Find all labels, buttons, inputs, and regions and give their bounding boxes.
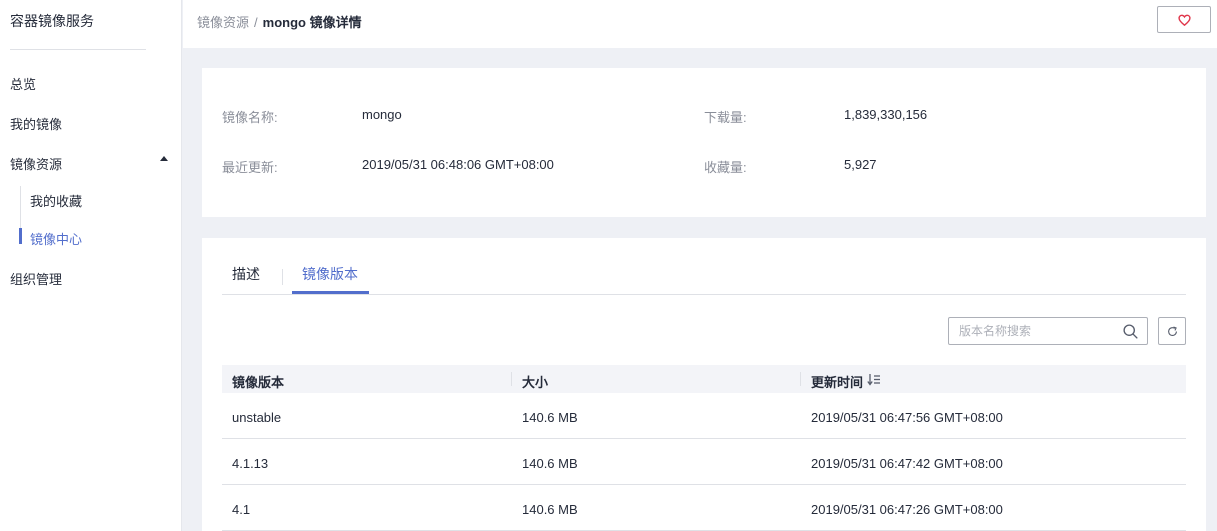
service-title: 容器镜像服务 (10, 13, 94, 29)
column-header-size: 大小 (522, 375, 549, 390)
last-updated-value: 2019/05/31 06:48:06 GMT+08:00 (362, 157, 554, 172)
refresh-button[interactable] (1158, 317, 1186, 345)
table-row[interactable]: unstable 140.6 MB 2019/05/31 06:47:56 GM… (222, 393, 1186, 439)
tab-image-versions[interactable]: 镜像版本 (302, 264, 358, 284)
size-cell: 140.6 MB (522, 502, 578, 517)
heart-icon (1177, 14, 1191, 26)
sidebar-item-my-images[interactable]: 我的镜像 (10, 114, 62, 133)
version-search-input[interactable] (949, 318, 1117, 344)
updated-cell: 2019/05/31 06:47:42 GMT+08:00 (811, 456, 1003, 471)
favorites-value: 5,927 (844, 157, 877, 172)
size-cell: 140.6 MB (522, 456, 578, 471)
table-row[interactable]: 4.1 140.6 MB 2019/05/31 06:47:26 GMT+08:… (222, 485, 1186, 531)
column-divider (511, 372, 512, 386)
column-header-version: 镜像版本 (232, 375, 285, 390)
sidebar-item-org-management[interactable]: 组织管理 (10, 269, 62, 288)
favorites-label: 收藏量: (704, 160, 747, 175)
tab-description[interactable]: 描述 (232, 264, 260, 284)
tab-divider (282, 269, 283, 285)
sidebar: 容器镜像服务 总览 我的镜像 镜像资源 我的收藏 镜像中心 组织管理 (0, 0, 182, 531)
breadcrumb-separator: / (254, 15, 258, 30)
sidebar-item-overview[interactable]: 总览 (10, 74, 36, 93)
favorite-button[interactable] (1157, 6, 1211, 33)
breadcrumb-current: mongo 镜像详情 (262, 15, 362, 30)
updated-cell: 2019/05/31 06:47:26 GMT+08:00 (811, 502, 1003, 517)
image-name-value: mongo (362, 107, 402, 122)
version-cell: 4.1.13 (232, 456, 269, 471)
sidebar-item-image-resources[interactable]: 镜像资源 (10, 154, 62, 173)
version-search-box (948, 317, 1148, 345)
breadcrumb: 镜像资源 / mongo 镜像详情 (197, 12, 362, 31)
versions-table: 镜像版本 大小 更新时间 unstable 140.6 MB 2019/05/3… (222, 365, 1186, 531)
downloads-value: 1,839,330,156 (844, 107, 928, 122)
image-name-label: 镜像名称: (222, 110, 278, 125)
size-cell: 140.6 MB (522, 410, 578, 425)
refresh-icon (1167, 326, 1177, 336)
updated-cell: 2019/05/31 06:47:56 GMT+08:00 (811, 410, 1003, 425)
column-divider (800, 372, 801, 386)
sidebar-divider (10, 49, 146, 50)
downloads-label: 下载量: (704, 110, 747, 125)
tab-bar: 描述 镜像版本 (222, 238, 1186, 295)
last-updated-label: 最近更新: (222, 160, 278, 175)
column-header-updated: 更新时间 (811, 375, 864, 390)
caret-up-icon[interactable] (160, 156, 168, 161)
table-row[interactable]: 4.1.13 140.6 MB 2019/05/31 06:47:42 GMT+… (222, 439, 1186, 485)
sidebar-item-my-favorites[interactable]: 我的收藏 (30, 191, 82, 210)
versions-card: 描述 镜像版本 镜像版本 大小 更新时间 (202, 238, 1206, 531)
sidebar-item-image-center[interactable]: 镜像中心 (30, 229, 82, 248)
page-header: 镜像资源 / mongo 镜像详情 (183, 0, 1217, 48)
version-cell: 4.1 (232, 502, 251, 517)
image-info-card: 镜像名称: mongo 下载量: 1,839,330,156 最近更新: 201… (202, 68, 1206, 217)
submenu-active-indicator (19, 228, 22, 244)
breadcrumb-parent[interactable]: 镜像资源 (197, 15, 249, 30)
search-icon[interactable] (1122, 323, 1139, 340)
sort-icon[interactable] (867, 373, 881, 386)
version-cell: unstable (232, 410, 282, 425)
table-header: 镜像版本 大小 更新时间 (222, 365, 1186, 393)
active-tab-indicator (292, 291, 369, 294)
